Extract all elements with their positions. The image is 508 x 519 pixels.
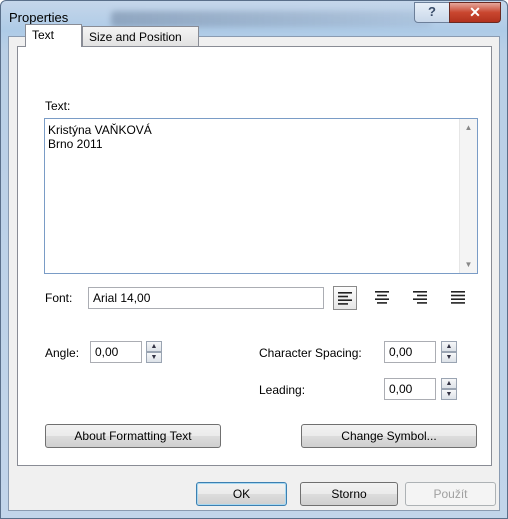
spin-up-icon[interactable]: ▲ [146, 341, 162, 352]
font-field[interactable]: Arial 14,00 [88, 287, 324, 309]
align-justify-button[interactable] [447, 286, 471, 310]
leading-label: Leading: [259, 383, 306, 397]
spin-down-icon[interactable]: ▼ [441, 352, 457, 363]
text-content[interactable]: Kristýna VAŇKOVÁ Brno 2011 [48, 123, 152, 151]
align-center-icon [375, 291, 389, 304]
leading-spinner[interactable]: ▲ ▼ [441, 378, 457, 400]
scroll-up-icon[interactable]: ▲ [460, 119, 477, 136]
spin-up-icon[interactable]: ▲ [441, 378, 457, 389]
spin-up-icon[interactable]: ▲ [441, 341, 457, 352]
text-scrollbar[interactable]: ▲ ▼ [459, 119, 477, 273]
tab-text[interactable]: Text [25, 24, 82, 47]
character-spacing-label: Character Spacing: [259, 346, 362, 360]
angle-spinner[interactable]: ▲ ▼ [146, 341, 162, 363]
ok-button[interactable]: OK [196, 482, 287, 506]
align-center-button[interactable] [371, 286, 395, 310]
spin-down-icon[interactable]: ▼ [441, 389, 457, 400]
font-label: Font: [45, 291, 73, 305]
spin-down-icon[interactable]: ▼ [146, 352, 162, 363]
apply-button: Použít [405, 482, 496, 506]
align-left-button[interactable] [333, 286, 357, 310]
align-justify-icon [451, 291, 465, 304]
align-left-icon [338, 292, 352, 305]
change-symbol-button[interactable]: Change Symbol... [301, 424, 477, 448]
angle-field[interactable]: 0,00 [90, 341, 142, 363]
scroll-down-icon[interactable]: ▼ [460, 256, 477, 273]
tab-size-and-position[interactable]: Size and Position [82, 26, 199, 46]
angle-label: Angle: [45, 346, 80, 360]
about-formatting-text-button[interactable]: About Formatting Text [45, 424, 221, 448]
character-spacing-spinner[interactable]: ▲ ▼ [441, 341, 457, 363]
align-right-icon [413, 291, 427, 304]
character-spacing-field[interactable]: 0,00 [384, 341, 436, 363]
text-label: Text: [45, 99, 71, 113]
cancel-button[interactable]: Storno [300, 482, 398, 506]
align-right-button[interactable] [409, 286, 433, 310]
text-input[interactable]: Kristýna VAŇKOVÁ Brno 2011 ▲ ▼ [44, 118, 478, 274]
window-title: Properties [9, 10, 69, 25]
close-button[interactable]: ✕ [449, 2, 501, 23]
close-icon: ✕ [469, 4, 481, 20]
blurred-window-title [111, 11, 431, 27]
leading-field[interactable]: 0,00 [384, 378, 436, 400]
help-button[interactable]: ? [414, 2, 450, 23]
